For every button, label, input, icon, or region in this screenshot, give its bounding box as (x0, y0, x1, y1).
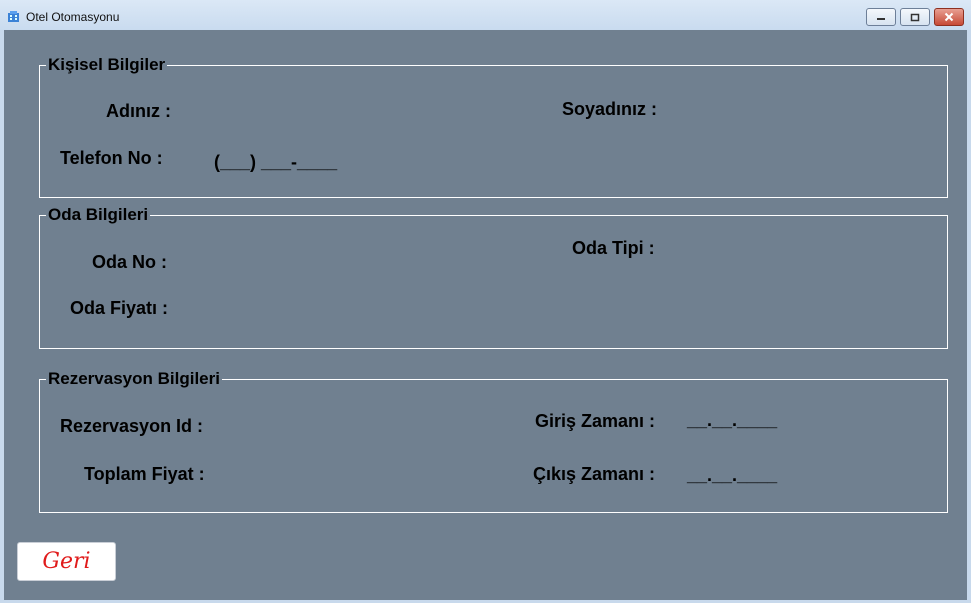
phone-label: Telefon No : (60, 148, 163, 168)
surname-label: Soyadınız : (562, 99, 658, 119)
room-price-label: Oda Fiyatı : (70, 298, 169, 318)
check-out-date-input[interactable]: __.__.____ (687, 465, 777, 486)
personal-info-group: Kişisel Bilgiler (39, 55, 948, 198)
reservation-id-label: Rezervasyon Id : (60, 416, 204, 436)
minimize-icon (877, 18, 885, 20)
main-window: Otel Otomasyonu Kişisel Bilgiler Adınız … (0, 0, 971, 603)
close-button[interactable] (934, 8, 964, 26)
hotel-building-icon (8, 11, 19, 22)
personal-info-legend: Kişisel Bilgiler (48, 55, 166, 74)
window-title: Otel Otomasyonu (26, 10, 120, 24)
back-button[interactable]: Geri (17, 542, 116, 581)
minimize-button[interactable] (866, 8, 896, 26)
check-in-label: Giriş Zamanı : (535, 411, 656, 431)
room-number-label: Oda No : (92, 252, 167, 272)
close-icon (944, 12, 954, 22)
room-info-group: Oda Bilgileri (39, 205, 948, 349)
reservation-info-group: Rezervasyon Bilgileri (39, 369, 948, 513)
phone-masked-input[interactable]: (___) ___-____ (214, 152, 337, 173)
name-label: Adınız : (106, 101, 171, 121)
room-info-legend: Oda Bilgileri (48, 205, 149, 224)
maximize-button[interactable] (900, 8, 930, 26)
total-price-label: Toplam Fiyat : (84, 464, 205, 484)
reservation-info-legend: Rezervasyon Bilgileri (48, 369, 220, 388)
room-type-label: Oda Tipi : (572, 238, 655, 258)
check-in-date-input[interactable]: __.__.____ (687, 410, 777, 431)
check-out-label: Çıkış Zamanı : (533, 464, 656, 484)
title-bar[interactable]: Otel Otomasyonu (0, 0, 971, 30)
form-client-area: Kişisel Bilgiler Adınız : Soyadınız : Te… (4, 30, 967, 600)
maximize-icon (910, 13, 920, 21)
